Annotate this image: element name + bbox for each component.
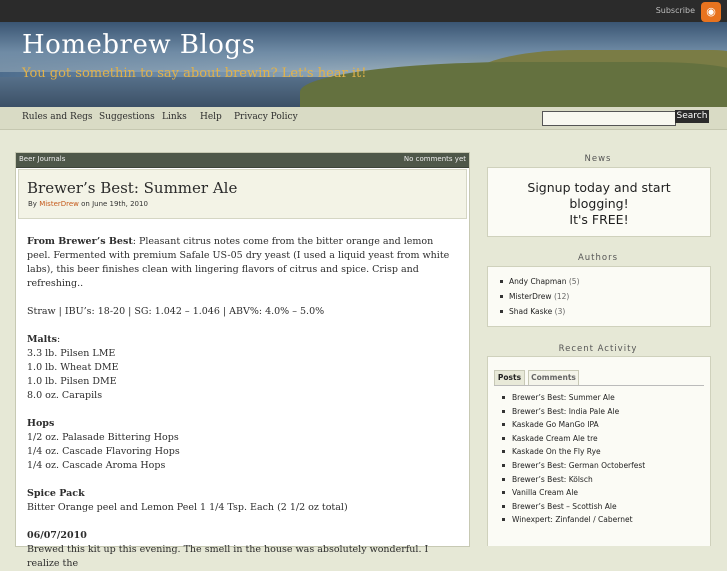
rss-icon[interactable]: ◉ — [701, 2, 721, 22]
hop-item: 1/4 oz. Cascade Flavoring Hops — [27, 446, 180, 457]
author-item: Andy Chapman (5) — [500, 277, 580, 286]
author-post-count: (5) — [568, 277, 580, 286]
authors-box: Andy Chapman (5) MisterDrew (12) Shad Ka… — [487, 266, 711, 327]
news-heading: News — [584, 154, 612, 164]
author-post-count: (12) — [553, 292, 570, 301]
hop-item: 1/4 oz. Cascade Aroma Hops — [27, 460, 166, 471]
post-header: Brewer’s Best: Summer Ale By MisterDrew … — [18, 169, 467, 219]
authors-heading: Authors — [577, 253, 619, 263]
tab-posts[interactable]: Posts — [494, 370, 525, 386]
author-link[interactable]: MisterDrew — [509, 292, 552, 301]
recent-post-link[interactable]: Kaskade Go ManGo IPA — [502, 420, 645, 434]
site-title[interactable]: Homebrew Blogs — [22, 30, 255, 60]
post-intro-source: From Brewer’s Best — [27, 236, 133, 247]
author-item: MisterDrew (12) — [500, 292, 580, 301]
spice-heading: Spice Pack — [27, 488, 85, 499]
tab-comments[interactable]: Comments — [528, 370, 579, 386]
search-button[interactable]: Search — [675, 110, 709, 123]
spice-text: Bitter Orange peel and Lemon Peel 1 1/4 … — [27, 502, 348, 513]
recent-activity-heading: Recent Activity — [558, 344, 638, 354]
news-line: Signup today and start — [527, 180, 671, 195]
post-article: Beer Journals No comments yet Brewer’s B… — [15, 152, 470, 569]
author-item: Shad Kaske (3) — [500, 307, 580, 316]
malt-item: 1.0 lb. Wheat DME — [27, 362, 119, 373]
recent-post-link[interactable]: Brewer’s Best – Scottish Ale — [502, 502, 645, 516]
site-header: Homebrew Blogs You got somethin to say a… — [0, 22, 727, 107]
post-specs: Straw | IBU’s: 18-20 | SG: 1.042 – 1.046… — [27, 306, 325, 317]
post-intro: From Brewer’s Best: Pleasant citrus note… — [27, 235, 457, 291]
post-author-link[interactable]: MisterDrew — [39, 200, 79, 208]
malt-item: 1.0 lb. Pilsen DME — [27, 376, 117, 387]
author-link[interactable]: Andy Chapman — [509, 277, 566, 286]
search-input[interactable] — [542, 111, 676, 126]
hops-heading: Hops — [27, 418, 55, 429]
recent-post-link[interactable]: Kaskade On the Fly Rye — [502, 447, 645, 461]
recent-post-link[interactable]: Brewer’s Best: German Octoberfest — [502, 461, 645, 475]
malts-heading: Malts: — [27, 334, 61, 345]
malt-item: 3.3 lb. Pilsen LME — [27, 348, 116, 359]
recent-activity-box: Posts Comments Brewer’s Best: Summer Ale… — [487, 356, 711, 546]
malt-item: 8.0 oz. Carapils — [27, 390, 103, 401]
post-date: on June 19th, 2010 — [81, 200, 148, 208]
recent-post-link[interactable]: Kaskade Cream Ale tre — [502, 434, 645, 448]
recent-post-link[interactable]: Winexpert: Zinfandel / Cabernet — [502, 515, 645, 529]
journal-date: 06/07/2010 — [27, 530, 87, 541]
nav-links[interactable]: Links — [162, 112, 187, 122]
author-link[interactable]: Shad Kaske — [509, 307, 552, 316]
post-comments-link[interactable]: No comments yet — [404, 155, 466, 163]
post-title[interactable]: Brewer’s Best: Summer Ale — [27, 179, 237, 197]
recent-posts-list: Brewer’s Best: Summer Ale Brewer’s Best:… — [502, 393, 645, 529]
tabs-divider — [494, 385, 704, 386]
news-line: It's FREE! — [569, 212, 629, 227]
post-info-bar: Beer Journals No comments yet — [16, 153, 469, 168]
nav-privacy-policy[interactable]: Privacy Policy — [234, 112, 298, 122]
post-by-label: By — [28, 200, 37, 208]
news-signup-text[interactable]: Signup today and start blogging! It's FR… — [488, 180, 710, 228]
top-bar: Subscribe ◉ — [0, 0, 727, 22]
recent-post-link[interactable]: Brewer’s Best: India Pale Ale — [502, 407, 645, 421]
site-tagline: You got somethin to say about brewin? Le… — [22, 66, 367, 81]
news-box: Signup today and start blogging! It's FR… — [487, 167, 711, 237]
subscribe-link[interactable]: Subscribe — [656, 6, 695, 15]
post-body: From Brewer’s Best: Pleasant citrus note… — [27, 235, 457, 571]
author-post-count: (3) — [554, 307, 566, 316]
hop-item: 1/2 oz. Palasade Bittering Hops — [27, 432, 179, 443]
nav-suggestions[interactable]: Suggestions — [99, 112, 155, 122]
authors-list: Andy Chapman (5) MisterDrew (12) Shad Ka… — [500, 277, 580, 322]
recent-post-link[interactable]: Brewer’s Best: Kölsch — [502, 475, 645, 489]
nav-rules-and-regs[interactable]: Rules and Regs — [22, 112, 93, 122]
post-category-link[interactable]: Beer Journals — [19, 155, 65, 163]
journal-text: Brewed this kit up this evening. The sme… — [27, 544, 429, 569]
nav-help[interactable]: Help — [200, 112, 222, 122]
recent-post-link[interactable]: Vanilla Cream Ale — [502, 488, 645, 502]
recent-post-link[interactable]: Brewer’s Best: Summer Ale — [502, 393, 645, 407]
news-line: blogging! — [569, 196, 629, 211]
post-meta: By MisterDrew on June 19th, 2010 — [28, 200, 148, 208]
